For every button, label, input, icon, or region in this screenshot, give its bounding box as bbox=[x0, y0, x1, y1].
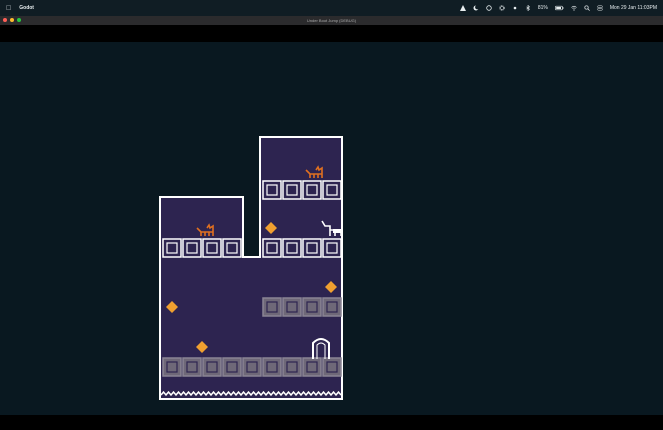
window-title: Under Boot Jump (DEBUG) bbox=[306, 18, 357, 23]
block-solid-floor bbox=[282, 357, 302, 377]
block-solid-floor bbox=[182, 357, 202, 377]
menu-bar-clock[interactable]: Mon 29 Jan 11:03PM bbox=[610, 5, 657, 11]
app-menu-name[interactable]: Godot bbox=[19, 5, 34, 11]
block-upper-left bbox=[182, 238, 202, 258]
block-tower-top bbox=[262, 180, 282, 200]
wifi-icon[interactable] bbox=[571, 5, 577, 11]
window-controls bbox=[3, 18, 21, 22]
block-tower-top bbox=[322, 180, 342, 200]
block-solid-floor bbox=[222, 357, 242, 377]
block-solid-ledge bbox=[302, 297, 322, 317]
block-solid-floor bbox=[322, 357, 342, 377]
block-upper-left bbox=[202, 238, 222, 258]
block-upper-left bbox=[162, 238, 182, 258]
block-tower-top bbox=[302, 180, 322, 200]
battery-icon[interactable] bbox=[554, 5, 564, 11]
window-zoom-button[interactable] bbox=[17, 18, 21, 22]
block-tower-bottom bbox=[282, 238, 302, 258]
apple-menu-icon[interactable]:  bbox=[6, 5, 11, 12]
letterbox-top bbox=[0, 25, 663, 42]
main-hall bbox=[160, 257, 342, 399]
circle-icon[interactable] bbox=[486, 5, 492, 11]
game-canvas[interactable] bbox=[0, 42, 663, 415]
block-tower-bottom bbox=[302, 238, 322, 258]
search-icon[interactable] bbox=[584, 5, 590, 11]
block-tower-bottom bbox=[262, 238, 282, 258]
block-tower-bottom bbox=[322, 238, 342, 258]
window-minimize-button[interactable] bbox=[10, 18, 14, 22]
block-solid-ledge bbox=[322, 297, 342, 317]
block-upper-left bbox=[222, 238, 242, 258]
block-solid-floor bbox=[162, 357, 182, 377]
letterbox-bottom bbox=[0, 415, 663, 430]
battery-percent: 81% bbox=[537, 5, 548, 11]
block-solid-floor bbox=[242, 357, 262, 377]
brightness-icon[interactable] bbox=[512, 5, 518, 11]
moon-icon[interactable] bbox=[473, 5, 479, 11]
block-tower-top bbox=[282, 180, 302, 200]
bluetooth-icon[interactable] bbox=[525, 5, 531, 11]
block-solid-floor bbox=[302, 357, 322, 377]
gear-icon[interactable] bbox=[499, 5, 505, 11]
window-title-bar[interactable]: Under Boot Jump (DEBUG) bbox=[0, 16, 663, 25]
menu-bar-status-area: 81% Mon 29 Jan 11:03PM bbox=[459, 5, 657, 11]
block-solid-ledge bbox=[282, 297, 302, 317]
block-solid-ledge bbox=[262, 297, 282, 317]
block-solid-floor bbox=[262, 357, 282, 377]
control-center-icon[interactable] bbox=[597, 5, 603, 11]
window-close-button[interactable] bbox=[3, 18, 7, 22]
block-solid-floor bbox=[202, 357, 222, 377]
triangle-icon[interactable] bbox=[459, 5, 466, 11]
macos-menu-bar:  Godot 81% Mon 29 Jan 11:03PM bbox=[0, 0, 663, 16]
player-head bbox=[333, 229, 341, 233]
game-viewport[interactable] bbox=[0, 42, 663, 415]
